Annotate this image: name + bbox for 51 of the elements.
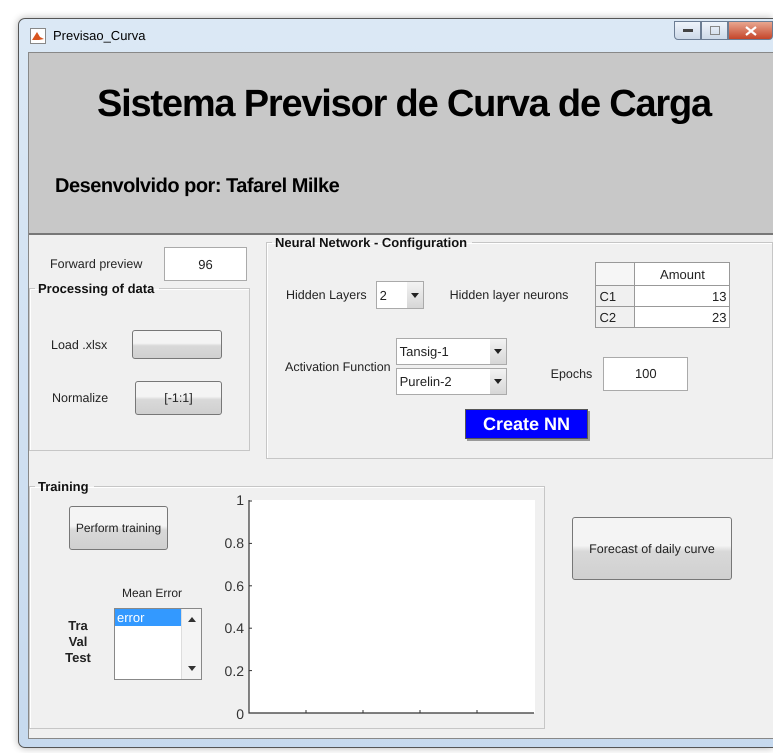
activation-dropdown[interactable]: Purelin-2 bbox=[396, 368, 507, 395]
set-label: Val bbox=[68, 634, 88, 649]
minimize-icon bbox=[682, 28, 692, 32]
axis-tick-label: 1 bbox=[236, 492, 244, 508]
panel-title: Training bbox=[37, 479, 90, 494]
table-cell[interactable]: 23 bbox=[634, 306, 730, 328]
app-title: Sistema Previsor de Curva de Carga bbox=[97, 83, 711, 126]
caret-icon bbox=[494, 349, 502, 354]
hidden-neurons-label: Hidden layer neurons bbox=[450, 288, 568, 302]
activation-dropdown[interactable]: Tansig-1 bbox=[396, 338, 507, 365]
hidden-layers-label: Hidden Layers bbox=[286, 288, 367, 302]
activation-label: Activation Function bbox=[285, 360, 391, 374]
epochs-field[interactable]: 100 bbox=[603, 356, 688, 390]
minimize-button[interactable] bbox=[674, 21, 701, 40]
row-header: C2 bbox=[596, 306, 635, 328]
author-text: Desenvolvido por: Tafarel Milke bbox=[55, 175, 340, 198]
mean-error-label: Mean Error bbox=[122, 586, 184, 600]
maximize-button[interactable] bbox=[701, 21, 728, 40]
set-label: Test bbox=[65, 650, 91, 665]
forecast-button[interactable]: Forecast of daily curve bbox=[572, 517, 732, 580]
forward-preview-label: Forward preview bbox=[50, 257, 144, 271]
hidden-layers-dropdown[interactable]: 2 bbox=[376, 281, 424, 309]
caret-icon bbox=[410, 292, 419, 298]
epochs-label: Epochs bbox=[550, 366, 592, 380]
column-header: Amount bbox=[634, 262, 730, 286]
axis-tick-label: 0.2 bbox=[224, 663, 244, 680]
panel-title: Processing of data bbox=[37, 281, 156, 296]
axis-tick-label: 0.6 bbox=[224, 578, 244, 594]
axis-tick-label: 0.4 bbox=[224, 620, 244, 636]
forward-preview-field[interactable]: 96 bbox=[164, 247, 247, 281]
close-button[interactable] bbox=[728, 21, 773, 40]
close-icon bbox=[744, 26, 756, 36]
set-label: Tra bbox=[68, 618, 88, 633]
axis-tick-label: 0 bbox=[236, 706, 244, 722]
panel-title: Neural Network - Configuration bbox=[274, 235, 468, 250]
axis-tick-label: 0.8 bbox=[224, 534, 244, 551]
load-button[interactable] bbox=[132, 330, 222, 359]
table-cell[interactable]: 13 bbox=[634, 286, 730, 306]
window-title: Previsao_Curva bbox=[53, 28, 146, 43]
scrollbar[interactable] bbox=[181, 609, 201, 679]
row-header: C1 bbox=[596, 286, 635, 306]
scroll-down-icon bbox=[188, 666, 196, 671]
caret-icon bbox=[494, 379, 502, 384]
scroll-up-icon bbox=[188, 617, 196, 622]
normalize-label: Normalize bbox=[52, 391, 110, 405]
load-label: Load .xlsx bbox=[51, 338, 108, 352]
normalize-button[interactable]: [-1:1] bbox=[135, 381, 222, 415]
maximize-icon bbox=[710, 26, 720, 35]
perform-training-button[interactable]: Perform training bbox=[69, 506, 168, 550]
create-nn-button[interactable]: Create NN bbox=[465, 409, 588, 439]
app-icon bbox=[30, 28, 46, 44]
